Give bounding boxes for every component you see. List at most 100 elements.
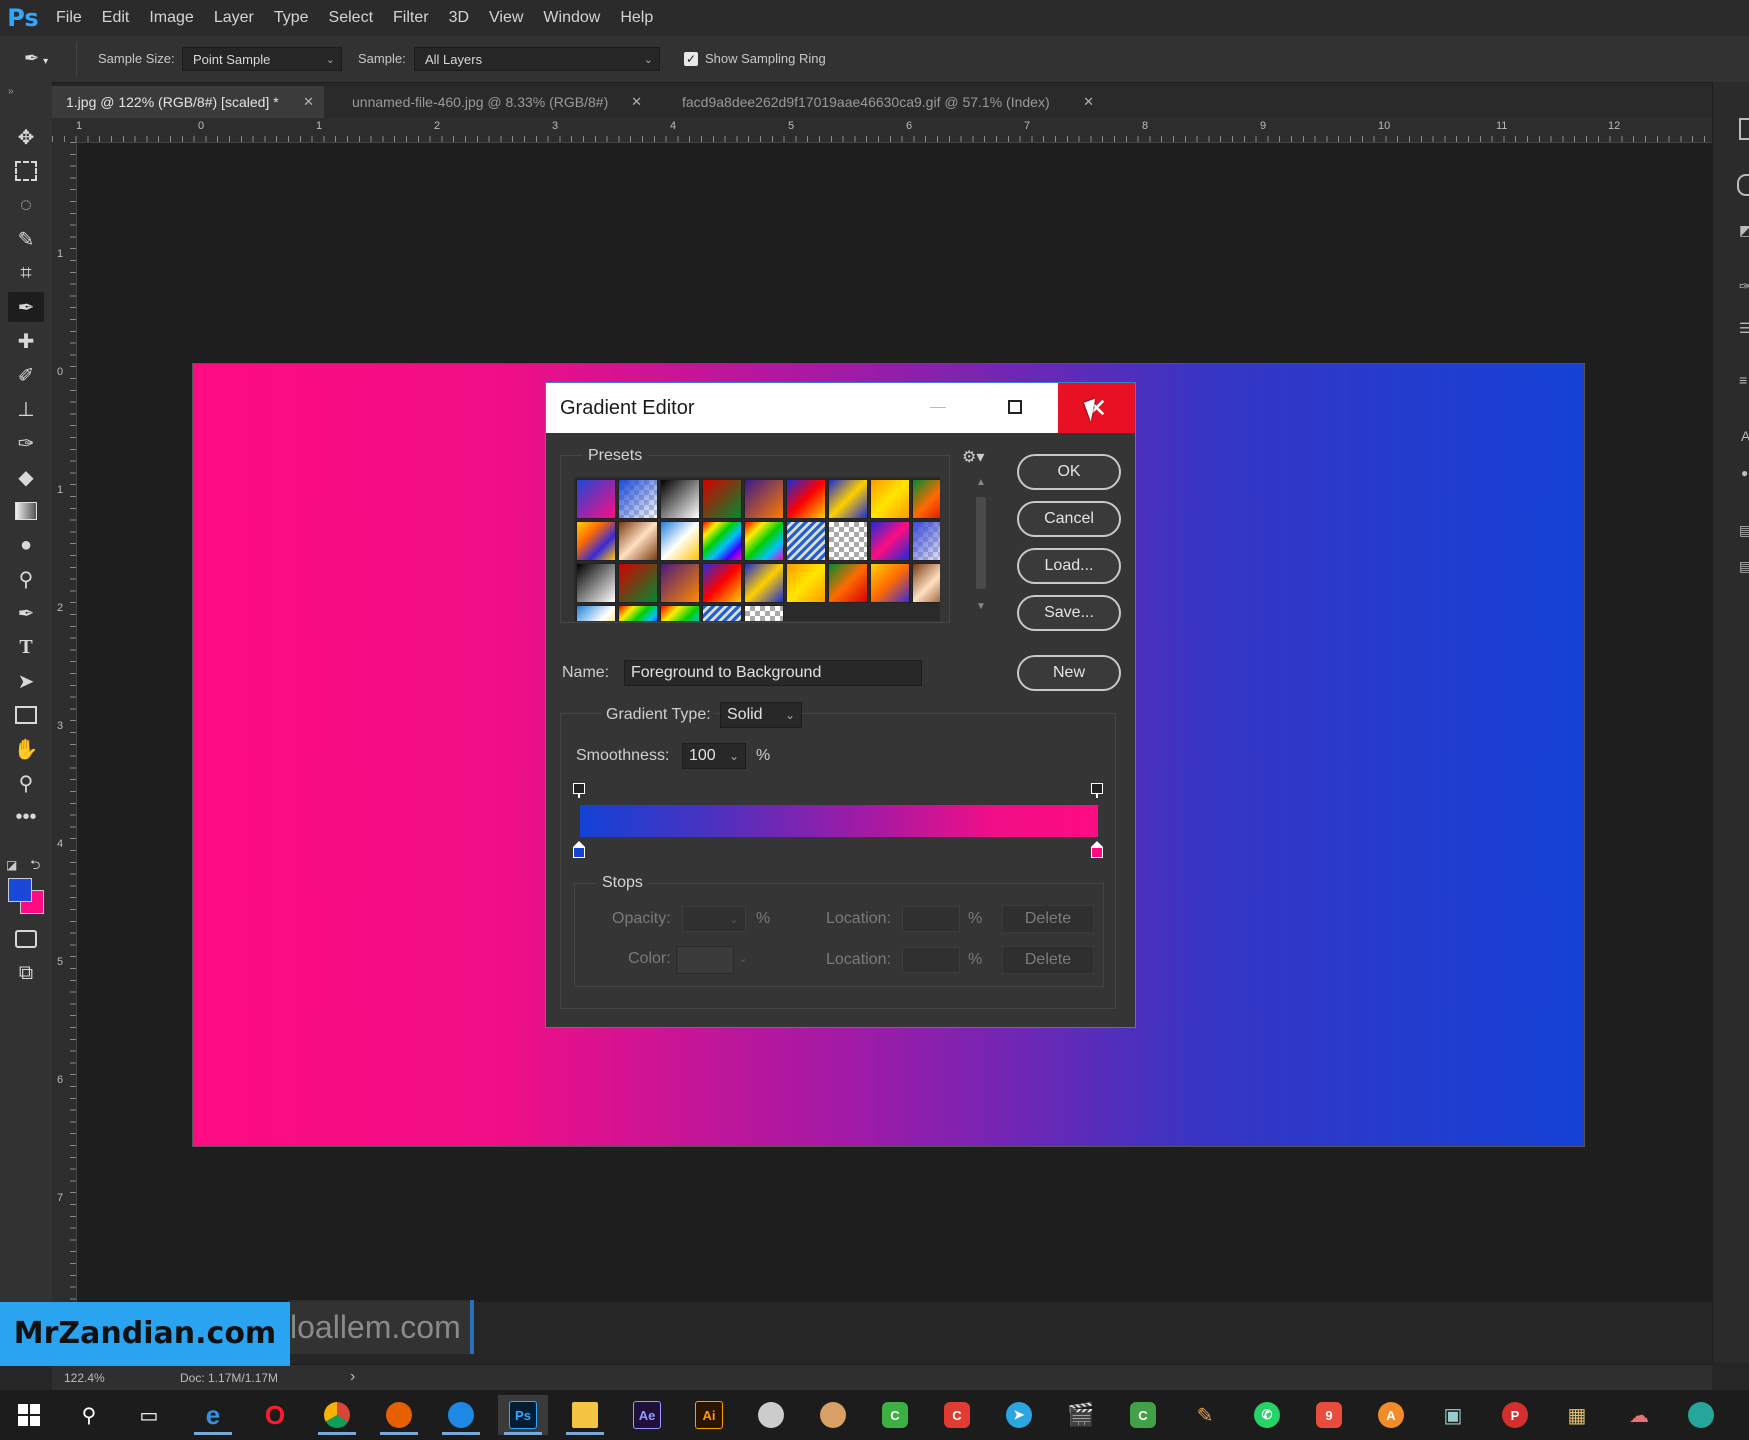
glyphs-icon[interactable]: ● — [1741, 466, 1748, 480]
preset-swatch[interactable] — [576, 563, 616, 603]
photoshop-taskbar-icon[interactable]: Ps — [498, 1395, 548, 1435]
preset-swatch[interactable] — [912, 563, 940, 603]
illustrator-icon[interactable]: Ai — [684, 1395, 734, 1435]
preset-swatch[interactable] — [912, 521, 940, 561]
hand-tool-icon[interactable]: ✋ — [8, 734, 44, 764]
tab-1-jpg[interactable]: 1.jpg @ 122% (RGB/8#) [scaled] * ✕ — [52, 86, 324, 118]
sample-size-select[interactable]: Point Sample ⌄ — [182, 47, 342, 71]
camtasia-red-icon[interactable]: C — [932, 1395, 982, 1435]
zoom-level[interactable]: 122.4% — [64, 1371, 105, 1385]
move-tool-icon[interactable]: ✥ — [8, 122, 44, 152]
menu-3d[interactable]: 3D — [439, 0, 479, 36]
eraser-tool-icon[interactable]: ◆ — [8, 462, 44, 492]
default-colors-icon[interactable]: ◪ — [6, 858, 17, 872]
delete-opacity-stop-button[interactable]: Delete — [1002, 905, 1094, 933]
app-icon-archive[interactable]: ▦ — [1552, 1395, 1602, 1435]
preset-swatch[interactable] — [870, 479, 910, 519]
menu-layer[interactable]: Layer — [204, 0, 264, 36]
status-arrow-icon[interactable]: › — [350, 1368, 355, 1386]
zoom-tool-icon[interactable]: ⚲ — [8, 768, 44, 798]
layers-icon[interactable]: ▤ — [1739, 522, 1749, 539]
dialog-title-bar[interactable]: Gradient Editor ✕ — [546, 383, 1135, 433]
new-button[interactable]: New — [1017, 655, 1121, 691]
brush-tool-icon[interactable]: ✐ — [8, 360, 44, 390]
messenger-icon[interactable] — [436, 1395, 486, 1435]
scroll-up-icon[interactable]: ▲ — [976, 477, 986, 488]
preset-swatch[interactable] — [744, 605, 784, 621]
delete-color-stop-button[interactable]: Delete — [1002, 946, 1094, 974]
preset-swatch[interactable] — [786, 563, 826, 603]
video-editor-icon[interactable]: 🎬 — [1056, 1395, 1106, 1435]
after-effects-icon[interactable]: Ae — [622, 1395, 672, 1435]
preset-swatch[interactable] — [744, 521, 784, 561]
ok-button[interactable]: OK — [1017, 454, 1121, 490]
camtasia-green-icon[interactable]: C — [870, 1395, 920, 1435]
menu-help[interactable]: Help — [610, 0, 663, 36]
tab-unnamed-file[interactable]: unnamed-file-460.jpg @ 8.33% (RGB/8#) ✕ — [338, 86, 652, 118]
whatsapp-icon[interactable]: ✆ — [1242, 1395, 1292, 1435]
menu-file[interactable]: File — [46, 0, 92, 36]
cancel-button[interactable]: Cancel — [1017, 501, 1121, 537]
rectangle-tool-icon[interactable] — [8, 700, 44, 730]
gradient-type-select[interactable]: Solid ⌄ — [720, 702, 802, 728]
panel-icon[interactable] — [1739, 118, 1749, 140]
preset-swatch[interactable] — [660, 605, 700, 621]
edge-icon[interactable]: e — [188, 1395, 238, 1435]
start-icon[interactable] — [4, 1395, 54, 1435]
close-icon[interactable]: ✕ — [1083, 86, 1094, 118]
preset-swatch[interactable] — [870, 521, 910, 561]
scrollbar-thumb[interactable] — [976, 497, 986, 589]
menu-type[interactable]: Type — [264, 0, 319, 36]
history-icon[interactable] — [1737, 174, 1749, 196]
app-icon-disc[interactable] — [746, 1395, 796, 1435]
presets-scrollbar[interactable]: ▲ ▼ — [974, 477, 988, 619]
history-brush-tool-icon[interactable]: ✑ — [8, 428, 44, 458]
stamp-tool-icon[interactable]: ⊥ — [8, 394, 44, 424]
pen-tool-icon[interactable]: ✒ — [8, 598, 44, 628]
camtasia-recorder-icon[interactable]: C — [1118, 1395, 1168, 1435]
color-location-input[interactable] — [902, 947, 960, 973]
preset-swatch[interactable] — [702, 479, 742, 519]
preset-swatch[interactable] — [702, 605, 742, 621]
dodge-tool-icon[interactable]: ⚲ — [8, 564, 44, 594]
preset-swatch[interactable] — [744, 563, 784, 603]
opacity-stop-right[interactable] — [1091, 783, 1103, 798]
tab-gif-file[interactable]: facd9a8dee262d9f17019aae46630ca9.gif @ 5… — [668, 86, 1104, 118]
preset-swatch[interactable] — [576, 605, 616, 621]
minimize-icon[interactable] — [930, 407, 946, 408]
menu-select[interactable]: Select — [319, 0, 383, 36]
paint-tool-icon[interactable]: ✎ — [1180, 1395, 1230, 1435]
file-explorer-icon[interactable] — [560, 1395, 610, 1435]
telegram-icon[interactable]: ➤ — [994, 1395, 1044, 1435]
preset-swatch[interactable] — [828, 563, 868, 603]
quick-mask-icon[interactable] — [8, 924, 44, 954]
preset-swatch[interactable] — [828, 479, 868, 519]
menu-image[interactable]: Image — [139, 0, 203, 36]
character-icon[interactable]: A — [1741, 428, 1749, 444]
preset-swatch[interactable] — [618, 563, 658, 603]
preset-swatch[interactable] — [702, 521, 742, 561]
app-icon-cloud[interactable]: ☁ — [1614, 1395, 1664, 1435]
opera-icon[interactable]: O — [250, 1395, 300, 1435]
menu-filter[interactable]: Filter — [383, 0, 439, 36]
brush-settings-icon[interactable]: ✑ — [1739, 278, 1749, 295]
paragraph-icon[interactable]: ≡ — [1739, 372, 1747, 388]
menu-window[interactable]: Window — [533, 0, 610, 36]
maximize-icon[interactable] — [1008, 400, 1022, 414]
preset-swatch[interactable] — [912, 479, 940, 519]
preset-swatch[interactable] — [870, 563, 910, 603]
type-tool-icon[interactable]: T — [8, 632, 44, 662]
search-icon[interactable]: ⚲ — [64, 1395, 114, 1435]
marquee-tool-icon[interactable] — [8, 156, 44, 186]
gradient-tool-icon[interactable] — [8, 496, 44, 526]
app-icon-9[interactable]: 9 — [1304, 1395, 1354, 1435]
preset-swatch[interactable] — [618, 479, 658, 519]
preset-swatch[interactable] — [702, 563, 742, 603]
show-sampling-ring-checkbox[interactable]: ✓ — [684, 52, 698, 66]
gear-icon[interactable]: ⚙▾ — [962, 447, 984, 467]
network-icon[interactable]: ▣ — [1428, 1395, 1478, 1435]
preset-swatch[interactable] — [576, 479, 616, 519]
menu-edit[interactable]: Edit — [92, 0, 140, 36]
more-tools-icon[interactable]: ••• — [8, 802, 44, 832]
blur-tool-icon[interactable]: ● — [8, 530, 44, 560]
